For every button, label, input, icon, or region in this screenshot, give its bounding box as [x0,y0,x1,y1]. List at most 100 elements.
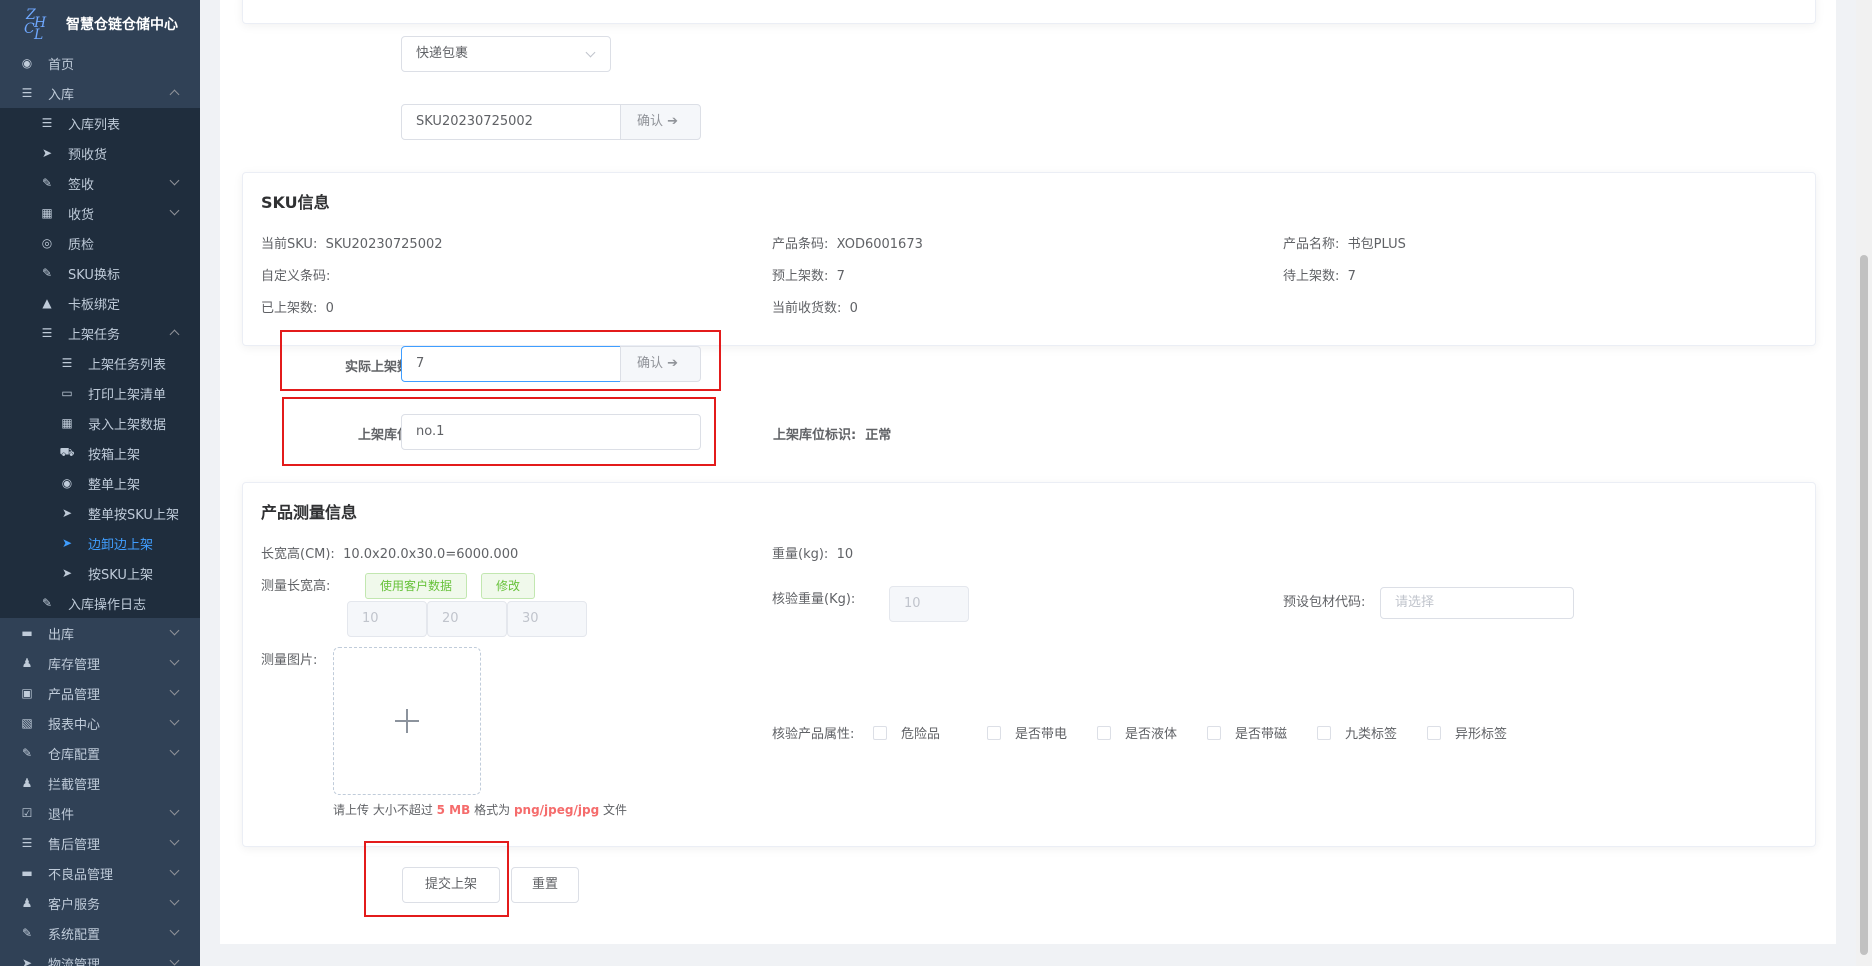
sidebar-item-label: 质检 [68,237,95,253]
barcode-confirm-button[interactable]: 确认 ➔ [620,104,701,140]
chevron-down-icon [169,745,180,756]
sidebar-item-label: 预收货 [68,147,108,163]
chevron-down-icon [169,955,180,966]
edit-icon: ✎ [41,266,53,280]
modify-button[interactable]: 修改 [481,573,536,599]
width-input[interactable]: 20 [427,601,507,637]
sidebar-item-label: 拦截管理 [48,777,101,793]
attr-checkbox-irregular[interactable]: 异形标签 [1427,723,1507,742]
product-barcode: 产品条码: XOD6001673 [772,237,923,252]
sku-info-title: SKU信息 [261,193,330,212]
sidebar-item-label: 入库操作日志 [68,597,147,613]
highlight-actual-qty [280,330,721,391]
sidebar-item[interactable]: ♟ 客户服务 [0,888,200,918]
sidebar-item[interactable]: ◎ 质检 [0,228,200,258]
barcode-input[interactable]: SKU20230725002 [401,104,621,140]
reset-button[interactable]: 重置 [511,867,579,903]
sidebar-item[interactable]: ✎ 签收 [0,168,200,198]
pre-shelf-qty: 预上架数: 7 [772,269,845,284]
chart-icon: ▧ [21,716,33,730]
edit-icon: ✎ [21,746,33,760]
check-weight-input[interactable]: 10 [889,586,969,622]
sidebar-item-label: 系统配置 [48,927,101,943]
sidebar-item[interactable]: ⛟ 按箱上架 [0,438,200,468]
sidebar-item[interactable]: ☰ 售后管理 [0,828,200,858]
sidebar-item-label: 按箱上架 [88,447,141,463]
send-icon: ➤ [61,566,73,580]
sidebar-item[interactable]: ☰ 入库列表 [0,108,200,138]
product-name: 产品名称: 书包PLUS [1283,237,1406,252]
sidebar-item[interactable]: ➤ 按SKU上架 [0,558,200,588]
sidebar-item[interactable]: ☰ 上架任务列表 [0,348,200,378]
sidebar-item-label: 报表中心 [48,717,101,733]
chevron-down-icon [169,925,180,936]
sidebar-item[interactable]: ▧ 报表中心 [0,708,200,738]
pkg-code-select[interactable]: 请选择 [1380,587,1574,619]
sidebar-item[interactable]: ▬ 不良品管理 [0,858,200,888]
scrollbar[interactable] [1856,0,1872,966]
people-icon: ♟ [21,776,33,790]
attr-checkbox-dangerous[interactable]: 危险品 [873,723,940,742]
edit-icon: ✎ [21,926,33,940]
sidebar-item[interactable]: ♟ 库存管理 [0,648,200,678]
brand-title: 智慧仓链仓储中心 [66,17,178,33]
length-input[interactable]: 10 [347,601,427,637]
list-icon: ☰ [61,356,73,370]
sidebar-item[interactable]: ◉ 首页 [0,48,200,78]
sidebar-item[interactable]: ➤ 整单按SKU上架 [0,498,200,528]
brand: ZHCL 智慧仓链仓储中心 [0,0,200,48]
sidebar-item-label: 边卸边上架 [88,537,154,553]
sidebar-item[interactable]: ☰ 上架任务 [0,318,200,348]
received-qty: 当前收货数: 0 [772,301,858,316]
chevron-down-icon [169,685,180,696]
people-icon: ♟ [21,656,33,670]
sidebar-item[interactable]: ▲ 卡板绑定 [0,288,200,318]
edit-icon: ✎ [41,176,53,190]
highlight-location [282,397,716,466]
sidebar: ZHCL 智慧仓链仓储中心 ◉ 首页 ☰ 入库 ☰ 入库列表 ➤ 预收货 ✎ 签收 ▦ 收货 ◎ 质检 ✎ S… [0,0,200,966]
send-icon: ➤ [61,536,73,550]
sidebar-item[interactable]: ▣ 产品管理 [0,678,200,708]
image-upload[interactable] [333,647,481,795]
list-icon: ☰ [41,116,53,130]
chevron-up-icon [169,89,180,100]
use-customer-data-button[interactable]: 使用客户数据 [365,573,468,599]
height-input[interactable]: 30 [507,601,587,637]
monitor-icon: ▬ [21,866,33,880]
sidebar-item[interactable]: ▦ 收货 [0,198,200,228]
sidebar-item[interactable]: ➤ 预收货 [0,138,200,168]
eye-icon: ◎ [41,236,53,250]
sidebar-item[interactable]: ✎ 入库操作日志 [0,588,200,618]
sidebar-item[interactable]: ✎ SKU换标 [0,258,200,288]
sidebar-item[interactable]: ◉ 整单上架 [0,468,200,498]
sidebar-item[interactable]: ☰ 入库 [0,78,200,108]
arrival-spec-select[interactable]: 快递包裹 [401,36,611,72]
sidebar-item[interactable]: ✎ 仓库配置 [0,738,200,768]
sidebar-item[interactable]: ☑ 退件 [0,798,200,828]
sidebar-item-label: 整单按SKU上架 [88,507,179,523]
sidebar-item[interactable]: ✎ 系统配置 [0,918,200,948]
attr-checkbox-liquid[interactable]: 是否液体 [1097,723,1177,742]
sidebar-item-label: 卡板绑定 [68,297,121,313]
list-icon: ☰ [41,326,53,340]
sidebar-item[interactable]: ▭ 打印上架清单 [0,378,200,408]
book-icon: ▭ [61,386,73,400]
sidebar-item[interactable]: ➤ 边卸边上架 [0,528,200,558]
sidebar-item-label: 签收 [68,177,95,193]
attr-checkbox-electric[interactable]: 是否带电 [987,723,1067,742]
scrollbar-thumb[interactable] [1860,255,1868,955]
sidebar-item[interactable]: ▬ 出库 [0,618,200,648]
main-content: 到货规格 快递包裹 产品条码 SKU20230725002 确认 ➔ SKU信息… [220,0,1836,944]
sidebar-item[interactable]: ➤ 物流管理 [0,948,200,966]
sidebar-item[interactable]: ♟ 拦截管理 [0,768,200,798]
sidebar-item-label: SKU换标 [68,267,120,283]
check-weight-label: 核验重量(Kg): [772,592,856,607]
location-flag: 上架库位标识: 正常 [773,428,892,443]
shelved-qty: 已上架数: 0 [261,301,334,316]
attr-checkbox-class9[interactable]: 九类标签 [1317,723,1397,742]
radio-icon: ◉ [61,476,73,490]
attr-checkbox-magnetic[interactable]: 是否带磁 [1207,723,1287,742]
sidebar-item[interactable]: ▦ 录入上架数据 [0,408,200,438]
monitor-icon: ▬ [21,626,33,640]
sidebar-item-label: 物流管理 [48,957,101,966]
